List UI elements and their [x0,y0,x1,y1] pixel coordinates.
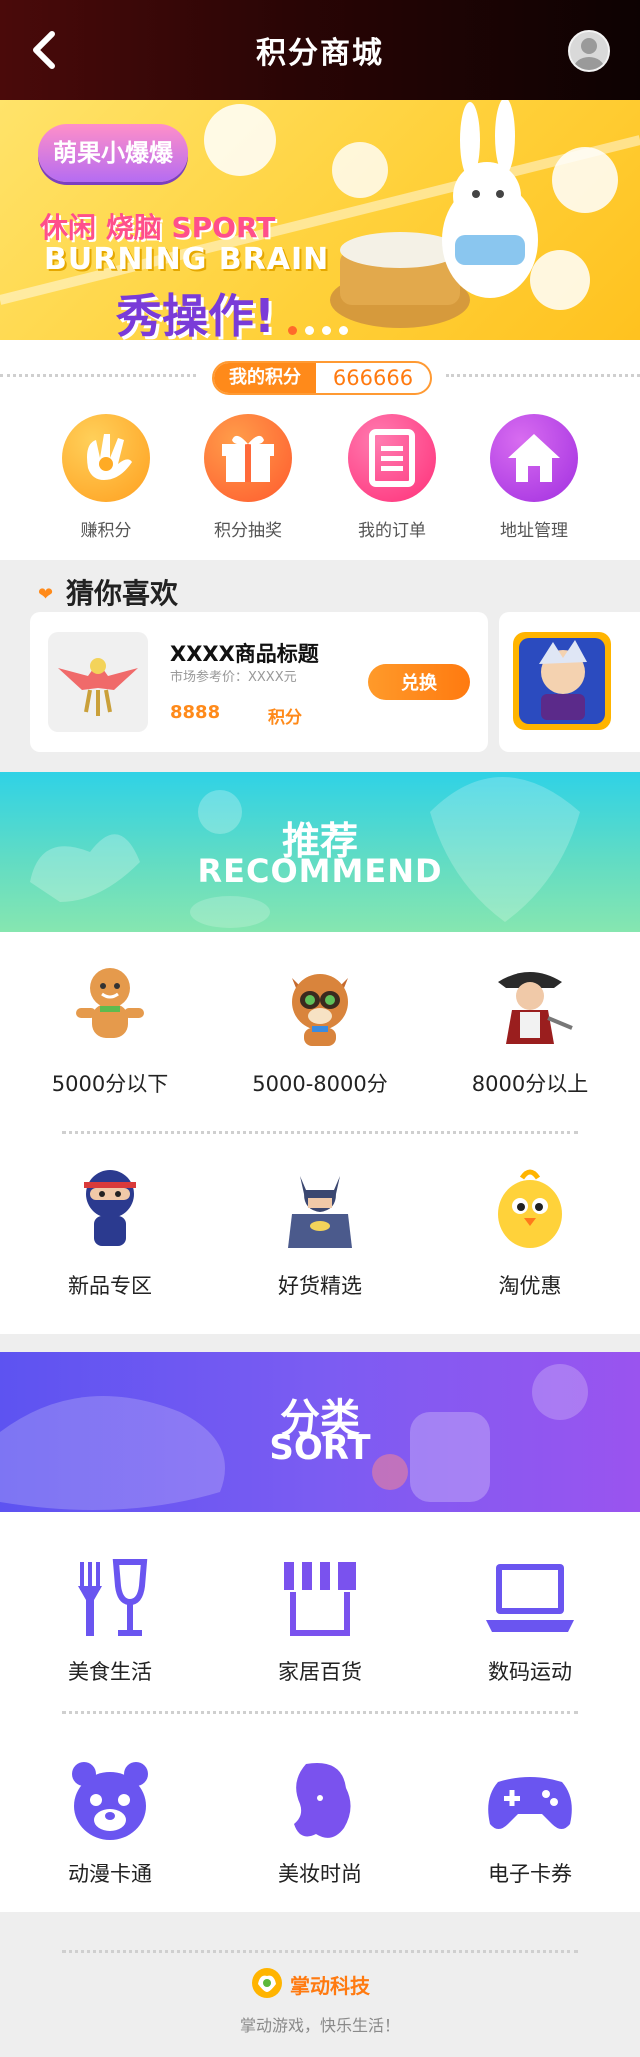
ninja-icon [62,1160,158,1256]
product-thumbnail [48,632,148,732]
divider [62,1711,578,1714]
heart-icon: ❤ [38,584,54,605]
page: 积分商城 萌果小爆爆 休闲 烧脑 SPORT BURNING BRAIN 秀操作… [0,0,640,2057]
footer: 掌动科技 掌动游戏，快乐生活！ [0,1912,640,2057]
carousel-indicator [288,320,356,339]
recommend-item[interactable]: 8000分以上 [445,958,615,1098]
banner-slogan-3: 秀操作! [116,289,275,340]
chick-icon [482,1160,578,1256]
divider [62,1950,578,1953]
carousel-dot[interactable] [339,326,348,335]
divider [62,1131,578,1134]
product-ref-price: 市场参考价：XXXX元 [170,670,297,685]
product-points-unit: 积分 [268,708,302,728]
order-list-icon [348,414,436,502]
product-name: XXXX商品标题 [170,642,319,666]
recommend-label: 淘优惠 [498,1274,562,1298]
fork-wine-icon [62,1556,158,1642]
recommend-item[interactable]: 淘优惠 [445,1160,615,1300]
bear-icon [62,1758,158,1844]
sort-title-en: SORT [269,1428,371,1468]
banner-slogan-1: 休闲 烧脑 SPORT [40,211,276,244]
quick-label: 我的订单 [358,521,426,541]
category-item[interactable]: 电子卡券 [445,1758,615,1888]
gift-icon [204,414,292,502]
recommend-item[interactable]: 好货精选 [235,1160,405,1300]
category-item[interactable]: 美食生活 [25,1556,195,1686]
quick-my-orders[interactable]: 我的订单 [322,414,462,541]
category-label: 美妆时尚 [278,1862,362,1886]
banner-slogan-2: BURNING BRAIN [44,242,330,277]
recommend-item[interactable]: 5000分以下 [25,958,195,1098]
category-label: 美食生活 [68,1660,152,1684]
quick-lottery[interactable]: 积分抽奖 [178,414,318,541]
recommend-label: 5000分以下 [51,1072,169,1096]
product-card[interactable] [499,612,640,752]
laptop-icon [482,1556,578,1642]
quick-label: 赚积分 [80,521,132,541]
divider [446,374,640,377]
category-label: 数码运动 [488,1660,572,1684]
pirate-icon [482,958,578,1054]
game-logo: 萌果小爆爆 [38,124,188,182]
category-label: 电子卡券 [488,1862,572,1886]
guess-title: 猜你喜欢 [66,577,179,610]
carousel-dot[interactable] [288,326,297,335]
quick-earn-points[interactable]: 赚积分 [36,414,176,541]
recommend-label: 新品专区 [68,1274,152,1298]
my-points-label: 我的积分 [214,363,316,393]
my-points-value: 666666 [332,366,414,390]
category-item[interactable]: 美妆时尚 [235,1758,405,1888]
batman-icon [272,1160,368,1256]
footer-brand: 掌动科技 [290,1974,370,1998]
recommend-label: 5000-8000分 [252,1072,388,1096]
recommend-label: 好货精选 [278,1274,362,1298]
carousel-dot[interactable] [305,326,314,335]
recommend-item[interactable]: 5000-8000分 [235,958,405,1098]
recommend-item[interactable]: 新品专区 [25,1160,195,1300]
my-points-badge[interactable]: 我的积分 666666 [212,361,432,395]
recommend-label: 8000分以上 [471,1072,589,1096]
category-label: 动漫卡通 [68,1862,152,1886]
category-item[interactable]: 数码运动 [445,1556,615,1686]
page-title: 积分商城 [256,36,384,71]
product-points: 8888 [170,702,221,723]
category-item[interactable]: 动漫卡通 [25,1758,195,1888]
hand-coin-icon [62,414,150,502]
top-bar: 积分商城 [0,0,640,100]
divider [0,374,196,377]
category-item[interactable]: 家居百货 [235,1556,405,1686]
user-avatar-icon[interactable] [568,30,610,72]
product-card[interactable]: XXXX商品标题 市场参考价：XXXX元 8888 积分 兑换 [30,612,488,752]
footer-slogan: 掌动游戏，快乐生活！ [239,2016,400,2035]
product-thumbnail [513,632,611,730]
woman-profile-icon [272,1758,368,1844]
recommend-title-en: RECOMMEND [197,852,443,890]
shop-awning-icon [272,1556,368,1642]
carousel-dot[interactable] [322,326,331,335]
promo-banner[interactable]: 萌果小爆爆 休闲 烧脑 SPORT BURNING BRAIN 秀操作! [0,100,640,340]
category-label: 家居百货 [278,1660,362,1684]
exchange-button[interactable]: 兑换 [368,664,470,700]
quick-label: 积分抽奖 [214,521,282,541]
raccoon-icon [272,958,368,1054]
home-icon [490,414,578,502]
gingerbread-icon [62,958,158,1054]
sort-banner: 分类 SORT [0,1352,640,1512]
recommend-banner: 推荐 RECOMMEND [0,772,640,932]
quick-label: 地址管理 [500,521,568,541]
brand-logo-icon [250,1966,284,2000]
quick-address[interactable]: 地址管理 [464,414,604,541]
gamepad-icon [482,1758,578,1844]
